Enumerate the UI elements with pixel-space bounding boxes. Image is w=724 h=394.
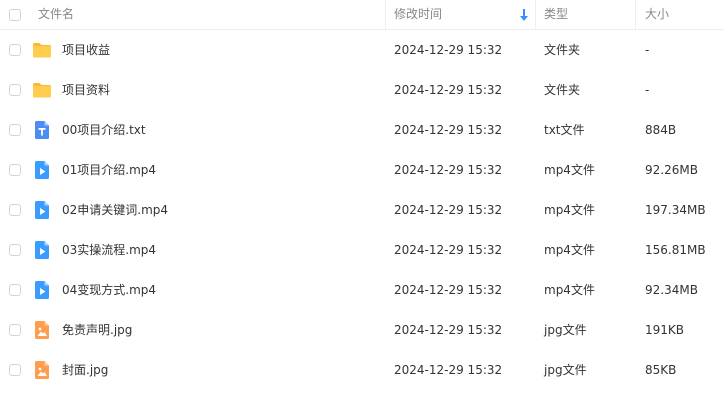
file-type: mp4文件: [544, 203, 595, 217]
file-type: txt文件: [544, 123, 585, 137]
file-size: -: [645, 83, 650, 97]
row-checkbox[interactable]: [9, 124, 21, 136]
file-size: 85KB: [645, 363, 677, 377]
file-modified-time: 2024-12-29 15:32: [394, 163, 503, 177]
image-file-icon: [32, 320, 52, 340]
row-checkbox[interactable]: [9, 324, 21, 336]
column-header-modified[interactable]: 修改时间: [394, 0, 442, 29]
column-header-type[interactable]: 类型: [544, 0, 568, 29]
file-modified-time: 2024-12-29 15:32: [394, 203, 503, 217]
file-size: 92.26MB: [645, 163, 698, 177]
sort-down-arrow-icon[interactable]: [519, 8, 529, 22]
column-divider[interactable]: [385, 0, 386, 29]
file-size: 884B: [645, 123, 677, 137]
file-row[interactable]: 04变现方式.mp4 2024-12-29 15:32 mp4文件 92.34MB: [0, 270, 724, 310]
file-modified-time: 2024-12-29 15:32: [394, 43, 503, 57]
file-type: 文件夹: [544, 83, 581, 97]
column-header-name[interactable]: 文件名: [38, 0, 74, 29]
file-row[interactable]: 免责声明.jpg 2024-12-29 15:32 jpg文件 191KB: [0, 310, 724, 350]
file-modified-time: 2024-12-29 15:32: [394, 323, 503, 337]
file-row[interactable]: 03实操流程.mp4 2024-12-29 15:32 mp4文件 156.81MB: [0, 230, 724, 270]
video-file-icon: [32, 160, 52, 180]
file-modified-time: 2024-12-29 15:32: [394, 123, 503, 137]
file-list: 文件名 修改时间 类型 大小 项目收益 2024-12-29 15:32 文件夹 - 项…: [0, 0, 724, 394]
file-type: mp4文件: [544, 163, 595, 177]
file-size: 197.34MB: [645, 203, 706, 217]
column-divider[interactable]: [535, 0, 536, 29]
file-row[interactable]: 项目资料 2024-12-29 15:32 文件夹 -: [0, 70, 724, 110]
row-checkbox[interactable]: [9, 244, 21, 256]
file-row[interactable]: 00项目介绍.txt 2024-12-29 15:32 txt文件 884B: [0, 110, 724, 150]
file-modified-time: 2024-12-29 15:32: [394, 83, 503, 97]
folder-icon: [32, 40, 52, 60]
select-all-checkbox[interactable]: [9, 9, 21, 21]
file-row[interactable]: 02申请关键词.mp4 2024-12-29 15:32 mp4文件 197.34MB: [0, 190, 724, 230]
column-divider[interactable]: [635, 0, 636, 29]
file-modified-time: 2024-12-29 15:32: [394, 363, 503, 377]
file-name[interactable]: 02申请关键词.mp4: [62, 190, 168, 230]
row-checkbox[interactable]: [9, 44, 21, 56]
file-type: mp4文件: [544, 243, 595, 257]
file-modified-time: 2024-12-29 15:32: [394, 243, 503, 257]
file-type: mp4文件: [544, 283, 595, 297]
file-name[interactable]: 项目资料: [62, 70, 110, 110]
row-checkbox[interactable]: [9, 164, 21, 176]
file-name[interactable]: 00项目介绍.txt: [62, 110, 146, 150]
file-name[interactable]: 04变现方式.mp4: [62, 270, 156, 310]
file-size: 92.34MB: [645, 283, 698, 297]
video-file-icon: [32, 280, 52, 300]
file-size: -: [645, 43, 650, 57]
row-checkbox[interactable]: [9, 364, 21, 376]
file-size: 191KB: [645, 323, 685, 337]
row-checkbox[interactable]: [9, 84, 21, 96]
txt-file-icon: [32, 120, 52, 140]
file-name[interactable]: 03实操流程.mp4: [62, 230, 156, 270]
file-modified-time: 2024-12-29 15:32: [394, 283, 503, 297]
file-type: jpg文件: [544, 363, 587, 377]
file-row[interactable]: 项目收益 2024-12-29 15:32 文件夹 -: [0, 30, 724, 70]
file-list-header: 文件名 修改时间 类型 大小: [0, 0, 724, 30]
video-file-icon: [32, 200, 52, 220]
image-file-icon: [32, 360, 52, 380]
file-name[interactable]: 项目收益: [62, 30, 110, 70]
file-name[interactable]: 01项目介绍.mp4: [62, 150, 156, 190]
column-header-size[interactable]: 大小: [645, 0, 669, 29]
row-checkbox[interactable]: [9, 204, 21, 216]
file-row[interactable]: 01项目介绍.mp4 2024-12-29 15:32 mp4文件 92.26MB: [0, 150, 724, 190]
file-name[interactable]: 免责声明.jpg: [62, 310, 132, 350]
file-type: 文件夹: [544, 43, 581, 57]
video-file-icon: [32, 240, 52, 260]
row-checkbox[interactable]: [9, 284, 21, 296]
file-name[interactable]: 封面.jpg: [62, 350, 108, 390]
file-type: jpg文件: [544, 323, 587, 337]
folder-icon: [32, 80, 52, 100]
file-row[interactable]: 封面.jpg 2024-12-29 15:32 jpg文件 85KB: [0, 350, 724, 390]
file-size: 156.81MB: [645, 243, 706, 257]
